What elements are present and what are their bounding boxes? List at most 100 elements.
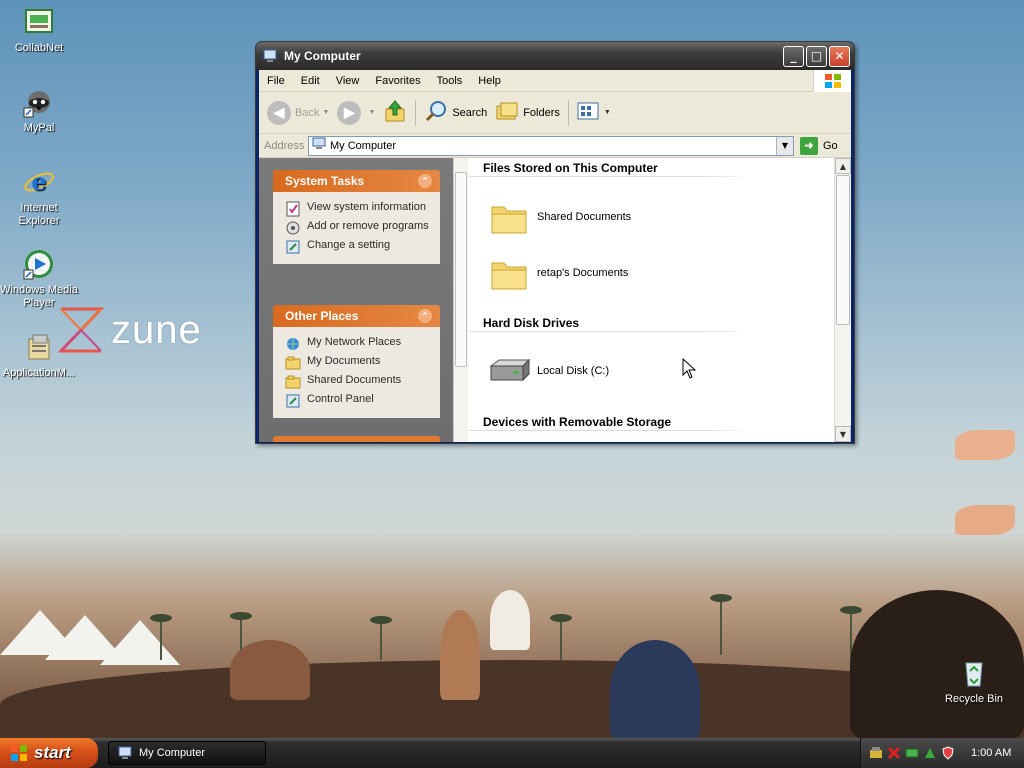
scroll-thumb[interactable] bbox=[455, 172, 467, 367]
start-label: start bbox=[34, 743, 71, 762]
go-arrow-icon: ➜ bbox=[800, 136, 818, 155]
collapse-chevron-icon[interactable]: ⌃ bbox=[418, 174, 432, 188]
computer-icon bbox=[312, 137, 326, 154]
scroll-thumb[interactable] bbox=[836, 175, 850, 325]
title-bar[interactable]: My Computer _ □ ✕ bbox=[256, 42, 854, 70]
my-documents-label: My Documents bbox=[307, 355, 381, 367]
toolbar-separator bbox=[415, 99, 417, 126]
task-pane-scrollbar[interactable] bbox=[453, 158, 468, 442]
tray-security-shield-icon[interactable] bbox=[941, 746, 955, 760]
tray-update-icon[interactable] bbox=[923, 746, 937, 760]
taskbar: start My Computer 1:00 AM bbox=[0, 738, 1024, 768]
add-remove-icon bbox=[285, 220, 301, 236]
details-group-header[interactable] bbox=[273, 436, 440, 442]
chevron-down-icon: ▼ bbox=[322, 109, 330, 116]
system-tasks-body: View system information Add or remove pr… bbox=[273, 192, 440, 264]
menu-tools[interactable]: Tools bbox=[429, 75, 471, 87]
control-panel-link[interactable]: Control Panel bbox=[285, 393, 432, 409]
maximize-button[interactable]: □ bbox=[806, 45, 827, 67]
address-value: My Computer bbox=[330, 139, 397, 152]
mouse-cursor-icon bbox=[682, 357, 697, 383]
main-vertical-scrollbar[interactable]: ▲ ▼ bbox=[834, 158, 851, 442]
add-remove-programs-link[interactable]: Add or remove programs bbox=[285, 220, 432, 236]
menu-help[interactable]: Help bbox=[470, 75, 509, 87]
address-label: Address bbox=[264, 139, 305, 152]
menu-favorites[interactable]: Favorites bbox=[367, 75, 428, 87]
back-arrow-icon: ◀ bbox=[267, 100, 291, 125]
address-field[interactable]: My Computer ▼ bbox=[308, 135, 794, 156]
collabnet-icon bbox=[23, 6, 55, 38]
user-documents-item[interactable]: retap's Documents bbox=[487, 251, 628, 295]
removable-section-title: Devices with Removable Storage bbox=[483, 415, 672, 429]
close-button[interactable]: ✕ bbox=[829, 45, 850, 67]
system-tasks-header[interactable]: System Tasks ⌃ bbox=[273, 170, 440, 192]
desktop-icon-mypal[interactable]: MyPal bbox=[0, 86, 79, 135]
chevron-down-icon: ▼ bbox=[368, 109, 376, 116]
menu-view[interactable]: View bbox=[328, 75, 368, 87]
folder-icon bbox=[285, 374, 301, 390]
minimize-button[interactable]: _ bbox=[783, 45, 804, 67]
folders-label: Folders bbox=[523, 106, 560, 119]
other-places-group: Other Places ⌃ My Network Places My Docu… bbox=[273, 305, 440, 418]
other-places-header[interactable]: Other Places ⌃ bbox=[273, 305, 440, 327]
tent-decoration bbox=[100, 620, 180, 665]
go-label: Go bbox=[823, 139, 838, 152]
search-button[interactable]: Search bbox=[424, 99, 487, 126]
shared-documents-item-label: Shared Documents bbox=[537, 211, 632, 223]
view-system-info-link[interactable]: View system information bbox=[285, 201, 432, 217]
toolbar-separator bbox=[567, 99, 569, 126]
taskbar-my-computer-button[interactable]: My Computer bbox=[108, 741, 266, 765]
palm-decoration bbox=[150, 614, 172, 660]
desktop-icon-windows-media-player[interactable]: Windows Media Player bbox=[0, 248, 79, 310]
crowd-decoration bbox=[610, 640, 700, 738]
start-button[interactable]: start bbox=[0, 738, 98, 768]
system-tasks-title: System Tasks bbox=[285, 174, 365, 188]
forward-button[interactable]: ▶ ▼ bbox=[337, 100, 376, 125]
my-network-places-link[interactable]: My Network Places bbox=[285, 336, 432, 352]
toolbar: ◀ Back ▼ ▶ ▼ Search Folders ▼ bbox=[259, 92, 851, 134]
wmp-icon bbox=[23, 248, 55, 280]
desktop-icon-label: Internet Explorer bbox=[18, 202, 60, 227]
tray-network-icon[interactable] bbox=[905, 746, 919, 760]
crowd-decoration bbox=[230, 640, 310, 700]
system-info-icon bbox=[285, 201, 301, 217]
crowd-decoration bbox=[440, 610, 480, 700]
chevron-down-icon[interactable]: ▼ bbox=[776, 136, 793, 155]
local-disk-c-label: Local Disk (C:) bbox=[537, 365, 610, 377]
search-icon bbox=[424, 99, 448, 126]
control-panel-icon bbox=[285, 393, 301, 409]
change-setting-label: Change a setting bbox=[307, 239, 391, 251]
shared-documents-link[interactable]: Shared Documents bbox=[285, 374, 432, 390]
local-disk-c-item[interactable]: Local Disk (C:) bbox=[487, 349, 609, 393]
section-divider bbox=[469, 176, 749, 177]
desktop-icon-label: MyPal bbox=[23, 122, 55, 134]
back-button[interactable]: ◀ Back ▼ bbox=[267, 100, 330, 125]
hard-disk-section-title: Hard Disk Drives bbox=[483, 316, 580, 330]
zune-logo-text: zune bbox=[111, 307, 202, 352]
scroll-down-button[interactable]: ▼ bbox=[835, 426, 851, 442]
tray-network-disconnected-icon[interactable] bbox=[887, 746, 901, 760]
taskbar-clock[interactable]: 1:00 AM bbox=[971, 747, 1011, 759]
collapse-chevron-icon[interactable]: ⌃ bbox=[418, 309, 432, 323]
scroll-up-button[interactable]: ▲ bbox=[835, 158, 851, 174]
desktop-icon-recycle-bin[interactable]: Recycle Bin bbox=[934, 657, 1014, 706]
tray-safely-remove-icon[interactable] bbox=[869, 746, 883, 760]
computer-icon bbox=[117, 745, 133, 761]
desktop-icon-collabnet[interactable]: CollabNet bbox=[0, 6, 79, 55]
hand-decoration bbox=[955, 430, 1015, 460]
desktop-icon-internet-explorer[interactable]: e Internet Explorer bbox=[0, 166, 79, 228]
my-documents-link[interactable]: My Documents bbox=[285, 355, 432, 371]
shared-documents-item[interactable]: Shared Documents bbox=[487, 195, 631, 239]
add-remove-programs-label: Add or remove programs bbox=[307, 220, 429, 232]
task-pane: System Tasks ⌃ View system information A… bbox=[259, 158, 453, 442]
menu-edit[interactable]: Edit bbox=[293, 75, 328, 87]
menu-file[interactable]: File bbox=[259, 75, 293, 87]
folders-button[interactable]: Folders bbox=[495, 99, 560, 126]
computer-icon bbox=[262, 48, 278, 64]
go-button[interactable]: ➜ Go bbox=[800, 136, 838, 155]
up-folder-button[interactable] bbox=[383, 99, 407, 126]
views-button[interactable]: ▼ bbox=[577, 101, 611, 124]
taskbar-task-label: My Computer bbox=[139, 747, 206, 759]
change-setting-link[interactable]: Change a setting bbox=[285, 239, 432, 255]
files-section-title: Files Stored on This Computer bbox=[483, 161, 658, 175]
